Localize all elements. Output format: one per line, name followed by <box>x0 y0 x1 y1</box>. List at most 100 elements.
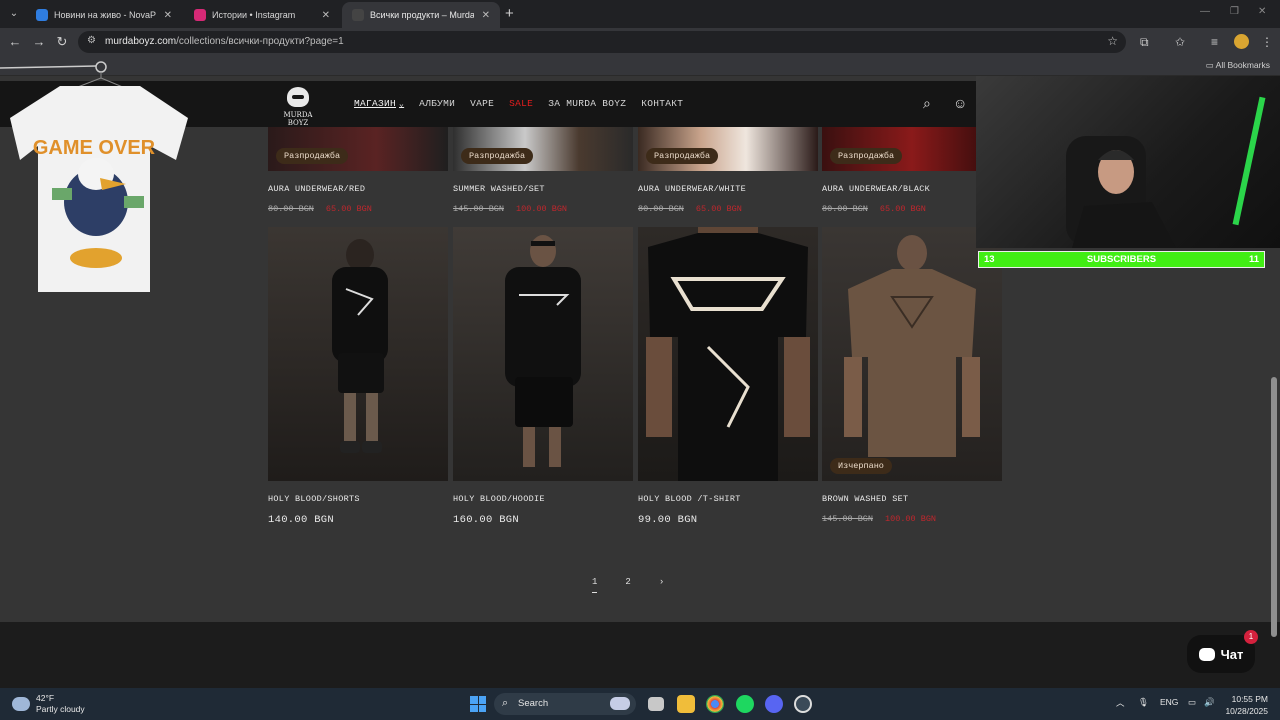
product-card[interactable]: HOLY BLOOD /T-SHIRT 99.00 BGN <box>638 227 818 526</box>
nav-contact[interactable]: КОНТАКТ <box>641 98 683 109</box>
product-image[interactable]: Разпродажба <box>638 127 818 171</box>
minimize-icon[interactable]: — <box>1200 6 1210 17</box>
product-image[interactable]: Разпродажба <box>268 127 448 171</box>
product-title[interactable]: AURA UNDERWEAR/RED <box>268 184 448 194</box>
nav-sale[interactable]: SALE <box>509 98 533 109</box>
sale-price: 65.00 BGN <box>325 204 372 214</box>
site-logo[interactable]: MURDA BOYZ <box>274 87 322 127</box>
tray-chevron-icon[interactable]: ︿ <box>1116 697 1125 709</box>
product-title[interactable]: HOLY BLOOD /T-SHIRT <box>638 494 818 504</box>
media-control-icon[interactable]: ≡ <box>1211 35 1218 49</box>
weather-widget[interactable]: 42°F Partly cloudy <box>12 693 85 715</box>
app-icon[interactable] <box>794 695 812 713</box>
product-price: 99.00 BGN <box>638 514 698 526</box>
shorts-model-figure <box>332 239 388 453</box>
address-bar[interactable]: ⚙ murdaboyz.com/collections/всички-проду… <box>78 31 1126 53</box>
discord-icon[interactable] <box>765 695 783 713</box>
product-image[interactable]: Изчерпано <box>822 227 1002 481</box>
tab-title: Всички продукти – Murda Boyz <box>370 10 474 20</box>
pagination: 1 2 › <box>592 577 664 593</box>
bookmark-star-icon[interactable]: ☆ <box>1107 34 1118 48</box>
windows-start-icon[interactable] <box>470 696 486 712</box>
product-title[interactable]: AURA UNDERWEAR/WHITE <box>638 184 818 194</box>
task-view-icon[interactable] <box>648 697 664 711</box>
favorites-icon[interactable]: ✩ <box>1175 35 1185 49</box>
shirt-game-over-text: GAME OVER <box>33 137 156 159</box>
taskbar-search[interactable]: ⌕ Search <box>494 693 636 715</box>
product-title[interactable]: HOLY BLOOD/HOODIE <box>453 494 633 504</box>
new-tab-button[interactable]: + <box>505 5 514 22</box>
chrome-icon[interactable] <box>706 695 724 713</box>
profile-avatar[interactable] <box>1234 34 1249 49</box>
tab-search-icon[interactable]: ⌄ <box>6 6 22 22</box>
streamer-webcam-image <box>1066 96 1266 248</box>
chat-notification-badge: 1 <box>1244 630 1258 644</box>
close-icon[interactable]: ✕ <box>322 10 330 21</box>
sale-price: 65.00 BGN <box>695 204 742 214</box>
volume-icon[interactable]: 🔊 <box>1204 697 1215 708</box>
product-image[interactable] <box>453 227 633 481</box>
product-card[interactable]: Разпродажба AURA UNDERWEAR/WHITE 80.00 B… <box>638 127 818 214</box>
extensions-icon[interactable]: ⧉ <box>1140 35 1149 50</box>
nav-albums[interactable]: АЛБУМИ <box>419 98 455 109</box>
product-price: 160.00 BGN <box>453 514 520 526</box>
menu-icon[interactable]: ⋮ <box>1261 35 1273 49</box>
maximize-icon[interactable]: ❐ <box>1230 6 1239 17</box>
account-icon[interactable]: ☺ <box>953 95 967 111</box>
page-1-link[interactable]: 1 <box>592 577 598 593</box>
tab-murdaboyz[interactable]: Всички продукти – Murda Boyz ✕ <box>342 2 500 28</box>
product-title[interactable]: HOLY BLOOD/SHORTS <box>268 494 448 504</box>
sale-badge: Разпродажба <box>830 148 903 164</box>
clock-time: 10:55 PM <box>1231 694 1268 704</box>
product-title[interactable]: SUMMER WASHED/SET <box>453 184 633 194</box>
product-card[interactable]: Изчерпано BROWN WASHED SET 145.00 BGN 100… <box>822 227 1002 524</box>
chat-bubble-icon <box>1198 647 1215 661</box>
product-card[interactable]: HOLY BLOOD/SHORTS 140.00 BGN <box>268 227 448 526</box>
nav-shop[interactable]: МАГАЗИН ⌄ <box>354 98 404 109</box>
system-clock[interactable]: 10:55 PM 10/28/2025 <box>1225 693 1268 717</box>
url-text: murdaboyz.com/collections/всички-продукт… <box>105 36 344 47</box>
product-image[interactable]: Разпродажба <box>822 127 1002 171</box>
browser-toolbar: ← → ↻ ⚙ murdaboyz.com/collections/всички… <box>0 28 1280 56</box>
page-2-link[interactable]: 2 <box>625 577 630 593</box>
back-icon[interactable]: ← <box>6 33 24 51</box>
microphone-icon[interactable]: 🎙 <box>1138 697 1149 708</box>
file-explorer-icon[interactable] <box>677 695 695 713</box>
product-title[interactable]: BROWN WASHED SET <box>822 494 1002 504</box>
spotify-icon[interactable] <box>736 695 754 713</box>
page-scrollbar[interactable] <box>1271 377 1277 637</box>
logo-text: MURDA BOYZ <box>283 111 313 127</box>
window-close-icon[interactable]: ✕ <box>1258 6 1266 17</box>
all-bookmarks-label: All Bookmarks <box>1215 60 1270 70</box>
tab-bar: ⌄ Новини на живо - NovaPlay ✕ Истории • … <box>0 0 1280 28</box>
product-card[interactable]: Разпродажба AURA UNDERWEAR/RED 80.00 BGN… <box>268 127 448 214</box>
nav-about[interactable]: ЗА MURDA BOYZ <box>548 98 626 109</box>
clock-date: 10/28/2025 <box>1225 706 1268 716</box>
novaplay-favicon-icon <box>36 9 48 21</box>
sale-badge: Разпродажба <box>646 148 719 164</box>
subscribers-goal-bar: 13 SUBSCRIBERS 11 <box>978 251 1265 268</box>
network-icon[interactable]: ▭ <box>1188 697 1196 708</box>
product-image[interactable]: Разпродажба <box>453 127 633 171</box>
product-card[interactable]: Разпродажба AURA UNDERWEAR/BLACK 80.00 B… <box>822 127 1002 214</box>
webcam-overlay <box>976 76 1280 248</box>
product-title[interactable]: AURA UNDERWEAR/BLACK <box>822 184 1002 194</box>
next-page-icon[interactable]: › <box>659 577 664 593</box>
tab-instagram[interactable]: Истории • Instagram ✕ <box>184 2 340 28</box>
product-card[interactable]: Разпродажба SUMMER WASHED/SET 145.00 BGN… <box>453 127 633 214</box>
subs-label: SUBSCRIBERS <box>1086 254 1157 265</box>
close-icon[interactable]: ✕ <box>164 10 172 21</box>
site-info-icon[interactable]: ⚙ <box>87 35 96 46</box>
close-icon[interactable]: ✕ <box>482 10 490 21</box>
product-image[interactable] <box>638 227 818 481</box>
all-bookmarks-button[interactable]: ▭ All Bookmarks <box>1206 60 1270 71</box>
product-image[interactable] <box>268 227 448 481</box>
reload-icon[interactable]: ↻ <box>53 33 71 51</box>
tab-novaplay[interactable]: Новини на живо - NovaPlay ✕ <box>26 2 182 28</box>
language-indicator[interactable]: ENG <box>1160 697 1178 707</box>
brown-set-model-figure <box>844 235 980 457</box>
search-icon[interactable]: ⌕ <box>923 95 931 112</box>
product-card[interactable]: HOLY BLOOD/HOODIE 160.00 BGN <box>453 227 633 526</box>
nav-vape[interactable]: VAPE <box>470 98 494 109</box>
forward-icon[interactable]: → <box>30 33 48 51</box>
